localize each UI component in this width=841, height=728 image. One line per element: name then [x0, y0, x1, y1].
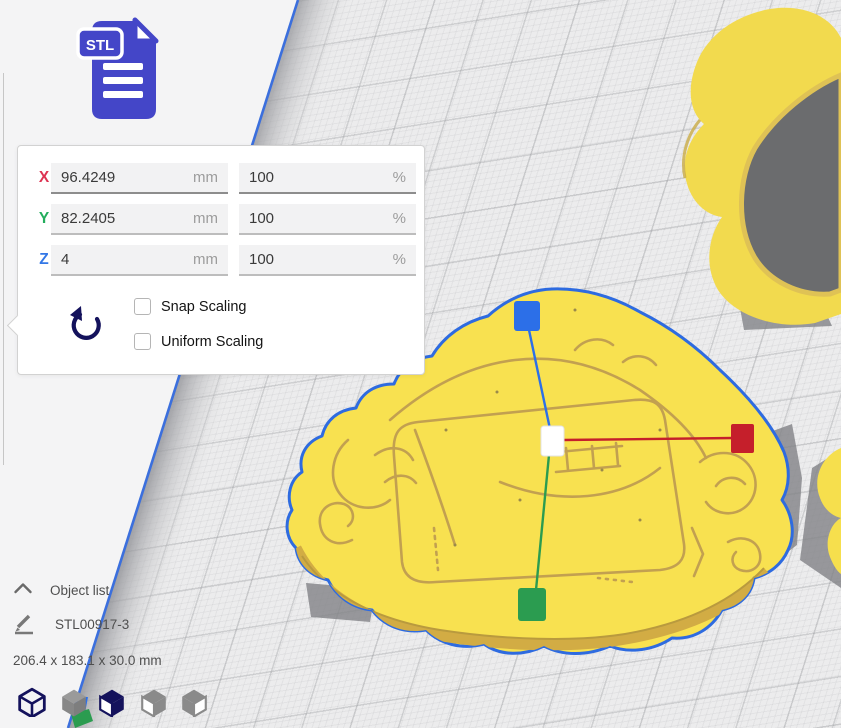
- left-toolbar-edge: [3, 73, 4, 465]
- z-percent-value[interactable]: 100: [249, 251, 369, 268]
- z-mm-unit: mm: [193, 251, 218, 268]
- scale-handle-center-white[interactable]: [541, 426, 564, 456]
- view-3d-button[interactable]: [17, 687, 47, 717]
- snap-scaling-checkbox[interactable]: [134, 298, 151, 315]
- y-mm-unit: mm: [193, 210, 218, 227]
- axis-label-y: Y: [36, 210, 52, 228]
- scale-row-z: Z 4 mm 100 %: [18, 245, 424, 277]
- z-percent-field[interactable]: 100 %: [239, 245, 416, 276]
- object-list-header[interactable]: Object list: [50, 583, 109, 598]
- y-mm-field[interactable]: 82.2405 mm: [51, 204, 228, 235]
- reset-icon: [67, 306, 105, 346]
- chevron-up-icon[interactable]: [13, 582, 33, 595]
- view-left-button[interactable]: [139, 687, 169, 717]
- x-mm-unit: mm: [193, 169, 218, 186]
- view-top-button[interactable]: [97, 687, 127, 717]
- z-mm-value[interactable]: 4: [61, 251, 181, 268]
- cube-3d-icon: [17, 687, 47, 717]
- cube-front-icon: [59, 687, 89, 717]
- x-percent-field[interactable]: 100 %: [239, 163, 416, 194]
- x-mm-value[interactable]: 96.4249: [61, 169, 181, 186]
- z-percent-unit: %: [393, 251, 406, 268]
- scale-handle-x-red[interactable]: [731, 424, 754, 453]
- y-percent-unit: %: [393, 210, 406, 227]
- scale-handle-y-green[interactable]: [518, 588, 546, 621]
- cube-right-icon: [179, 687, 209, 717]
- cutter-object-top-right[interactable]: [683, 8, 841, 325]
- z-mm-field[interactable]: 4 mm: [51, 245, 228, 276]
- scale-row-y: Y 82.2405 mm 100 %: [18, 204, 424, 236]
- cube-top-icon: [97, 687, 127, 717]
- uniform-scaling-checkbox[interactable]: [134, 333, 151, 350]
- reset-scale-button[interactable]: [66, 306, 106, 348]
- scale-tool-panel: X 96.4249 mm 100 % Y 82.2405 mm 100 % Z …: [17, 145, 425, 375]
- object-list-item-name[interactable]: STL00917-3: [55, 617, 129, 632]
- x-percent-value[interactable]: 100: [249, 169, 369, 186]
- view-front-button[interactable]: [59, 687, 89, 717]
- x-mm-field[interactable]: 96.4249 mm: [51, 163, 228, 194]
- scale-handle-z-blue[interactable]: [514, 301, 540, 331]
- axis-label-z: Z: [36, 251, 52, 269]
- scale-row-x: X 96.4249 mm 100 %: [18, 163, 424, 195]
- axis-label-x: X: [36, 169, 52, 187]
- model-dimensions-label: 206.4 x 183.1 x 30.0 mm: [13, 653, 162, 668]
- uniform-scaling-label: Uniform Scaling: [161, 333, 263, 351]
- cube-left-icon: [139, 687, 169, 717]
- y-percent-field[interactable]: 100 %: [239, 204, 416, 235]
- snap-scaling-label: Snap Scaling: [161, 298, 246, 316]
- stl-file-icon: STL: [76, 16, 168, 124]
- view-right-button[interactable]: [179, 687, 209, 717]
- pencil-icon: [12, 612, 36, 636]
- stl-badge-label: STL: [86, 37, 114, 54]
- y-percent-value[interactable]: 100: [249, 210, 369, 227]
- y-mm-value[interactable]: 82.2405: [61, 210, 181, 227]
- x-percent-unit: %: [393, 169, 406, 186]
